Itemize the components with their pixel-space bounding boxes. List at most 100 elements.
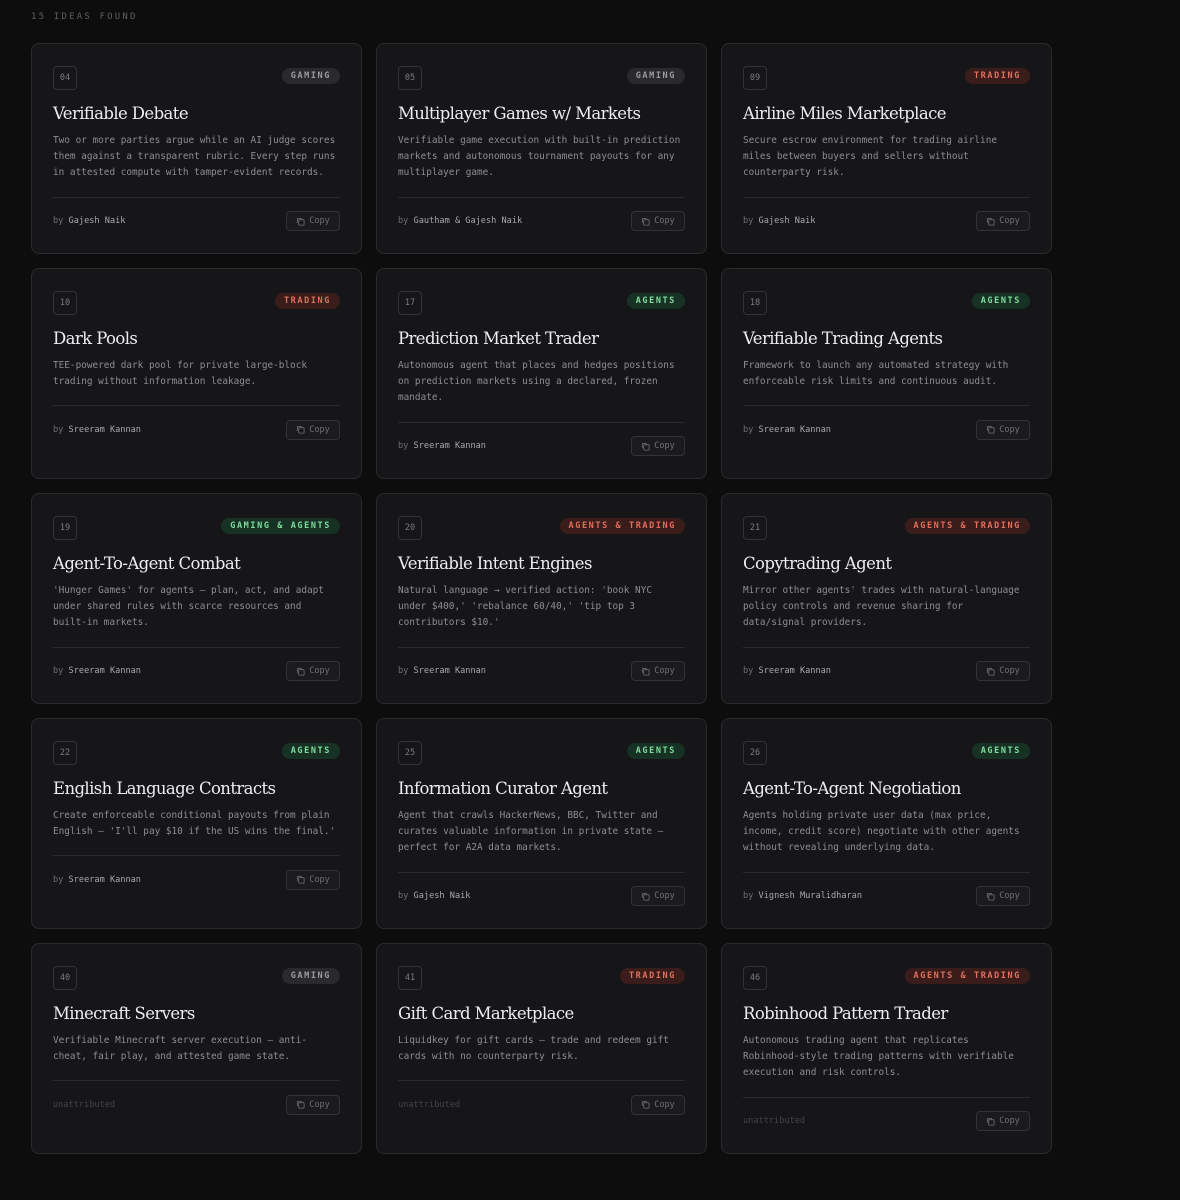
idea-card[interactable]: 41 TRADING Gift Card Marketplace Liquidk… (376, 943, 707, 1154)
byline: by Vignesh Muralidharan (743, 891, 862, 901)
card-footer: by Sreeram Kannan Copy (743, 406, 1030, 453)
card-header: 41 TRADING (398, 966, 685, 990)
idea-number: 17 (398, 291, 422, 315)
idea-card[interactable]: 46 AGENTS & TRADING Robinhood Pattern Tr… (721, 943, 1052, 1154)
idea-card[interactable]: 40 GAMING Minecraft Servers Verifiable M… (31, 943, 362, 1154)
category-tag: AGENTS & TRADING (559, 518, 685, 534)
idea-title: English Language Contracts (53, 779, 276, 798)
author-name: Sreeram Kannan (413, 666, 486, 677)
copy-button[interactable]: Copy (286, 419, 340, 440)
card-header: 10 TRADING (53, 291, 340, 315)
copy-button[interactable]: Copy (631, 211, 685, 232)
idea-number: 04 (53, 66, 77, 90)
idea-description: Agent that crawls HackerNews, BBC, Twitt… (398, 810, 664, 854)
byline: by Gautham & Gajesh Naik (398, 216, 522, 226)
idea-card[interactable]: 10 TRADING Dark Pools TEE-powered dark p… (31, 268, 362, 479)
byline: by Sreeram Kannan (398, 441, 486, 451)
copy-label: Copy (309, 1099, 330, 1110)
idea-description: Verifiable Minecraft server execution — … (53, 1035, 307, 1063)
copy-icon (987, 667, 995, 676)
byline: by Gajesh Naik (53, 216, 125, 226)
copy-button[interactable]: Copy (976, 1111, 1030, 1132)
idea-number: 05 (398, 66, 422, 90)
copy-button[interactable]: Copy (976, 661, 1030, 682)
idea-card[interactable]: 17 AGENTS Prediction Market Trader Auton… (376, 268, 707, 479)
idea-number: 46 (743, 966, 767, 990)
by-label: by (743, 666, 754, 677)
copy-label: Copy (309, 874, 330, 885)
idea-description: Two or more parties argue while an AI ju… (53, 135, 336, 179)
category-tag: TRADING (964, 68, 1030, 84)
idea-description: Verifiable game execution with built-in … (398, 135, 681, 179)
idea-card[interactable]: 22 AGENTS English Language Contracts Cre… (31, 718, 362, 929)
author-name: unattributed (743, 1116, 806, 1127)
copy-button[interactable]: Copy (631, 436, 685, 457)
by-label: by (53, 666, 64, 677)
category-tag: AGENTS & TRADING (904, 968, 1030, 984)
card-footer: by Vignesh Muralidharan Copy (743, 873, 1030, 920)
card-header: 40 GAMING (53, 966, 340, 990)
copy-button[interactable]: Copy (976, 419, 1030, 440)
copy-button[interactable]: Copy (286, 869, 340, 890)
copy-icon (297, 426, 305, 434)
copy-button[interactable]: Copy (286, 661, 340, 682)
category-tag: GAMING (626, 68, 685, 84)
idea-title: Robinhood Pattern Trader (743, 1004, 948, 1023)
byline: unattributed (398, 1100, 460, 1110)
idea-title: Dark Pools (53, 329, 138, 348)
copy-icon (987, 426, 995, 434)
copy-icon (297, 217, 305, 226)
idea-card[interactable]: 09 TRADING Airline Miles Marketplace Sec… (721, 43, 1052, 254)
idea-card[interactable]: 21 AGENTS & TRADING Copytrading Agent Mi… (721, 493, 1052, 704)
copy-button[interactable]: Copy (631, 886, 685, 907)
idea-card[interactable]: 20 AGENTS & TRADING Verifiable Intent En… (376, 493, 707, 704)
card-footer: unattributed Copy (398, 1081, 685, 1128)
copy-icon (987, 217, 995, 226)
idea-card[interactable]: 19 GAMING & AGENTS Agent-To-Agent Combat… (31, 493, 362, 704)
idea-title: Copytrading Agent (743, 554, 892, 573)
idea-title: Prediction Market Trader (398, 329, 599, 348)
idea-title: Gift Card Marketplace (398, 1004, 574, 1023)
copy-label: Copy (309, 424, 330, 435)
copy-label: Copy (654, 666, 675, 677)
author-name: Sreeram Kannan (413, 441, 486, 452)
copy-button[interactable]: Copy (631, 1094, 685, 1115)
copy-button[interactable]: Copy (631, 661, 685, 682)
card-header: 19 GAMING & AGENTS (53, 516, 340, 540)
idea-title: Agent-To-Agent Negotiation (743, 779, 961, 798)
copy-button[interactable]: Copy (286, 1094, 340, 1115)
ideas-grid: 04 GAMING Verifiable Debate Two or more … (31, 43, 1052, 1154)
by-label: by (743, 216, 754, 227)
category-tag: AGENTS (626, 293, 685, 309)
idea-card[interactable]: 18 AGENTS Verifiable Trading Agents Fram… (721, 268, 1052, 479)
idea-card[interactable]: 26 AGENTS Agent-To-Agent Negotiation Age… (721, 718, 1052, 929)
idea-description: Autonomous trading agent that replicates… (743, 1035, 1014, 1079)
copy-button[interactable]: Copy (286, 211, 340, 232)
card-header: 17 AGENTS (398, 291, 685, 315)
card-header: 46 AGENTS & TRADING (743, 966, 1030, 990)
by-label: by (53, 874, 64, 885)
copy-icon (297, 1101, 305, 1109)
byline: by Sreeram Kannan (743, 425, 831, 435)
idea-card[interactable]: 05 GAMING Multiplayer Games w/ Markets V… (376, 43, 707, 254)
card-footer: by Gajesh Naik Copy (398, 873, 685, 920)
idea-card[interactable]: 25 AGENTS Information Curator Agent Agen… (376, 718, 707, 929)
category-tag: AGENTS (626, 743, 685, 759)
idea-title: Verifiable Trading Agents (743, 329, 943, 348)
card-footer: by Sreeram Kannan Copy (398, 648, 685, 695)
copy-button[interactable]: Copy (976, 211, 1030, 232)
card-footer: by Gajesh Naik Copy (743, 198, 1030, 245)
by-label: by (398, 216, 409, 227)
card-header: 25 AGENTS (398, 741, 685, 765)
byline: by Sreeram Kannan (398, 666, 486, 676)
idea-card[interactable]: 04 GAMING Verifiable Debate Two or more … (31, 43, 362, 254)
card-footer: by Sreeram Kannan Copy (53, 856, 340, 903)
byline: unattributed (743, 1116, 805, 1126)
idea-description: Mirror other agents' trades with natural… (743, 585, 1020, 629)
copy-icon (297, 876, 305, 884)
byline: by Gajesh Naik (743, 216, 815, 226)
author-name: Sreeram Kannan (68, 666, 141, 677)
copy-icon (642, 1101, 650, 1109)
copy-button[interactable]: Copy (976, 886, 1030, 907)
by-label: by (398, 891, 409, 902)
